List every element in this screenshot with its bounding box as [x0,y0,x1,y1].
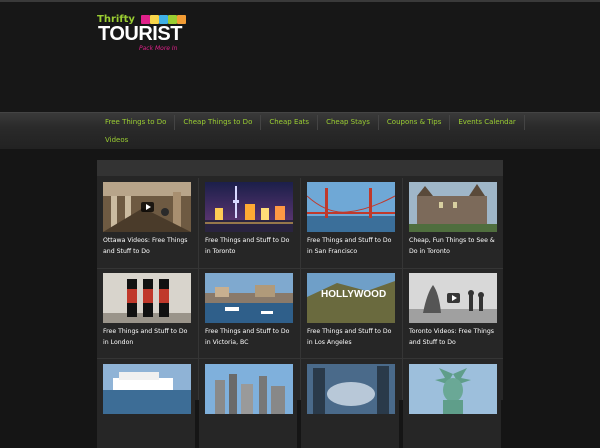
main-navigation: Free Things to Do Cheap Things to Do Che… [0,112,600,149]
post-card[interactable]: HOLLYWOOD Free Things and Stuff to Do in… [301,269,399,357]
post-card[interactable]: Free Things and Stuff to Do in London [97,269,195,357]
post-title[interactable]: Cheap, Fun Things to See & Do in Toronto [409,235,499,257]
nav-cheap-stays[interactable]: Cheap Stays [318,115,379,130]
thumb-statue-of-liberty [409,364,497,414]
nav-coupons-tips[interactable]: Coupons & Tips [379,115,451,130]
post-thumbnail[interactable] [205,364,293,414]
play-icon[interactable] [141,202,154,212]
thumb-cruise-ship [103,364,191,414]
play-icon[interactable] [447,293,460,303]
nav-cheap-eats[interactable]: Cheap Eats [261,115,319,130]
post-title[interactable]: Ottawa Videos: Free Things and Stuff to … [103,235,193,257]
thumb-chicago-bean [307,364,395,414]
post-card[interactable] [403,360,501,448]
post-title[interactable]: Free Things and Stuff to Do in Victoria,… [205,326,295,348]
nav-row-2: Videos [97,133,136,148]
nav-videos[interactable]: Videos [97,133,136,148]
post-thumbnail[interactable]: HOLLYWOOD [307,273,395,323]
nav-events-calendar[interactable]: Events Calendar [450,115,525,130]
thumb-london-guards [103,273,191,323]
post-thumbnail[interactable] [103,273,191,323]
post-thumbnail[interactable] [409,364,497,414]
thumb-golden-gate [307,182,395,232]
thumb-city-skyline [205,364,293,414]
post-thumbnail[interactable] [409,182,497,232]
post-card[interactable] [97,360,195,448]
post-thumbnail[interactable] [307,182,395,232]
logo-line2: TOURIST [98,23,182,45]
post-card[interactable]: Ottawa Videos: Free Things and Stuff to … [97,178,195,266]
post-card[interactable]: Free Things and Stuff to Do in Toronto [199,178,297,266]
post-title[interactable]: Free Things and Stuff to Do in Toronto [205,235,295,257]
posts-area: Ottawa Videos: Free Things and Stuff to … [97,160,503,448]
post-card[interactable]: Cheap, Fun Things to See & Do in Toronto [403,178,501,266]
post-thumbnail[interactable] [205,182,293,232]
site-header: Thrifty TOURIST Pack More In [0,2,600,112]
row-divider [97,358,503,359]
post-title[interactable]: Toronto Videos: Free Things and Stuff to… [409,326,499,348]
post-card[interactable]: Toronto Videos: Free Things and Stuff to… [403,269,501,357]
thumb-toronto-night [205,182,293,232]
svg-text:HOLLYWOOD: HOLLYWOOD [321,289,386,300]
post-title[interactable]: Free Things and Stuff to Do in San Franc… [307,235,397,257]
site-logo[interactable]: Thrifty TOURIST Pack More In [97,14,187,54]
nav-row-1: Free Things to Do Cheap Things to Do Che… [97,115,525,130]
post-thumbnail[interactable] [103,364,191,414]
thumb-hollywood-sign: HOLLYWOOD [307,273,395,323]
logo-tagline: Pack More In [139,45,178,52]
thumb-castle [409,182,497,232]
nav-cheap-things[interactable]: Cheap Things to Do [175,115,262,130]
post-title[interactable]: Free Things and Stuff to Do in London [103,326,193,348]
post-card[interactable]: Free Things and Stuff to Do in Victoria,… [199,269,297,357]
content-header-bar [97,160,503,176]
post-thumbnail[interactable] [103,182,191,232]
post-thumbnail[interactable] [409,273,497,323]
post-card[interactable]: Free Things and Stuff to Do in San Franc… [301,178,399,266]
nav-free-things[interactable]: Free Things to Do [97,115,176,130]
post-title[interactable]: Free Things and Stuff to Do in Los Angel… [307,326,397,348]
post-card[interactable] [301,360,399,448]
thumb-victoria-harbour [205,273,293,323]
post-thumbnail[interactable] [205,273,293,323]
post-thumbnail[interactable] [307,364,395,414]
post-card[interactable] [199,360,297,448]
